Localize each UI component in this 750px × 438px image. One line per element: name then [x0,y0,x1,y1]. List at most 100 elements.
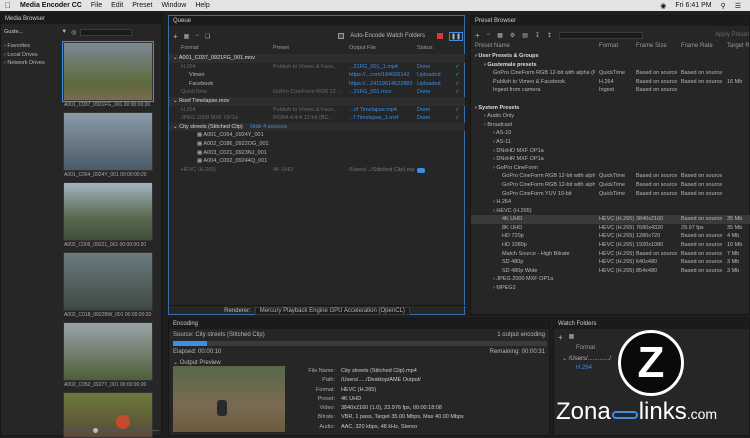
preset-row[interactable]: Match Source - High Bitrate HEVC (H.265) B… [471,250,750,259]
menu-window[interactable]: Window [161,2,186,9]
thumb-4[interactable]: A002_C018_0922BW_001 00:00:00:20 [63,252,153,318]
auto-encode-checkbox[interactable] [338,33,345,39]
tree-local-drives[interactable]: › Local Drives [4,51,60,60]
watch-folder-path[interactable]: ⌄ /Users/............./ [562,355,611,362]
queue-output-row[interactable]: HEVC (H.265) 4K UHD/Users/.../Stitched Cl… [169,166,465,175]
queue-output-row[interactable]: JPEG 2000 MXF OP1a RGBA 4:4:4 12-bit (BC.… [169,114,465,123]
preset-row[interactable]: › DNxHD MXF OP1a [471,147,750,156]
thumb-3[interactable]: A002_C009_09221_001 00:00:00:20 [63,182,153,248]
queue-output-row[interactable]: Facebook https://...24119614622883 Uploade… [169,80,465,89]
duplicate-icon[interactable]: ❏ [205,33,210,40]
source-item[interactable]: ▦ A001_C064_0924Y_001 [169,131,465,140]
encoding-info-row: Video: 3840x2160 (1.0), 23.976 fps, 00:00… [319,405,442,412]
preset-row[interactable]: Publish to Vimeo & Facebook H.264 Based on… [471,78,750,87]
watch-format[interactable]: H.264 [576,365,592,371]
preset-row[interactable]: › AS-10 [471,129,750,138]
zoom-slider[interactable] [63,428,159,434]
menu-edit[interactable]: Edit [111,2,123,9]
preset-row[interactable]: › JPEG 2000 MXF OP1a [471,275,750,284]
preset-row[interactable]: HD 720p HEVC (H.265) 1280x720 Based on sour… [471,232,750,241]
folder-icon[interactable]: ▤ [522,32,528,39]
queue-output-row[interactable]: H.264 Publish to Vimeo & Face... ...21FG_0… [169,63,465,72]
tree-network-drives[interactable]: › Network Drives [4,59,60,68]
source-item[interactable]: ▦ A004_C002_09244Q_001 [169,157,465,166]
thumb-5[interactable]: A002_C052_0927T_001 00:00:00:20 [63,322,153,388]
preset-row[interactable]: › DNxHR MXF OP1a [471,155,750,164]
apply-preset-button[interactable]: Apply Preset [715,32,749,38]
renderer-select[interactable]: Mercury Playback Engine GPU Acceleration… [254,306,410,315]
preset-row[interactable]: › User Presets & Groups [471,52,750,61]
preset-row[interactable]: Ingest from camera Ingest Based on source [471,86,750,95]
preview-frame [173,366,285,432]
watch-add-icon[interactable]: ▦ [569,333,575,342]
menu-bar:  Media Encoder CC File Edit Preset Wind… [0,0,750,11]
queue-item[interactable]: ⌄ City streets (Stitched Clip) Hide 4 so… [169,122,465,132]
new-preset-icon[interactable]: + [475,31,480,40]
source-item[interactable]: ▦ A003_C021_0923NJ_001 [169,149,465,158]
queue-item[interactable]: ⌄ Roof Timelapse.mov [169,96,465,106]
location-dropdown[interactable]: Guste... [4,29,23,35]
queue-output-row[interactable]: Vimeo https://...com/184066142 Uploaded ✓ [169,71,465,80]
renderer-label: Renderer: [224,307,251,314]
preset-row[interactable]: GoPro CineForm RGB 12-bit with alpha Quic… [471,181,750,190]
preset-row[interactable] [471,95,750,104]
encoding-indicator [417,167,425,173]
watermark-logo-circle: Z [618,330,684,396]
source-item[interactable]: ▦ A002_C086_0922OG_001 [169,140,465,149]
menu-help[interactable]: Help [195,2,209,9]
add-output-icon[interactable]: ▦ [184,33,190,40]
preset-row[interactable]: GoPro CineForm YUV 10-bit QuickTime Based … [471,190,750,199]
menu-file[interactable]: File [91,2,102,9]
pause-button[interactable]: ❚❚ [449,31,463,41]
clock[interactable]: Fri 6:41 PM [675,2,711,9]
output-preview-toggle[interactable]: ⌄ Output Preview [173,359,221,366]
export-icon[interactable]: ↥ [547,32,552,39]
view-icon[interactable]: ◎ [71,29,76,36]
preset-search[interactable] [558,31,643,39]
preset-row[interactable]: › HEVC (H.265) [471,207,750,216]
remove-icon[interactable]: − [195,33,199,39]
preset-row[interactable]: › MPEG2 [471,284,750,293]
stop-button[interactable] [437,33,443,39]
search-field[interactable] [80,28,133,36]
add-source-icon[interactable]: + [173,32,178,41]
queue-title: Queue [169,16,464,26]
preset-row[interactable]: SD 480p HEVC (H.265) 640x480 Based on sourc… [471,258,750,267]
preset-row[interactable]: › Gustemale presets [471,61,750,70]
preset-row[interactable]: › AS-11 [471,138,750,147]
search-icon[interactable]: ⚲ [721,2,726,10]
wifi-icon[interactable]: ◉ [660,2,666,10]
preset-row[interactable]: 4K UHD HEVC (H.265) 3840x2160 Based on sour… [471,215,750,224]
check-icon: ✓ [455,115,460,122]
list-icon[interactable]: ☰ [735,2,741,10]
settings-icon[interactable]: ⚙ [510,32,515,39]
remove-preset-icon[interactable]: − [487,32,491,38]
group-icon[interactable]: ▦ [497,32,503,39]
add-folder-icon[interactable]: + [558,333,563,342]
thumb-1[interactable]: A001_C037_0921FG_001 00:00:00:20 [62,41,154,108]
preset-row[interactable]: › H.264 [471,198,750,207]
queue-output-row[interactable]: H.264 Publish to Vimeo & Face... ...of Tim… [169,106,465,115]
thumb-2[interactable]: A001_C064_0924Y_001 00:00:00:20 [63,112,153,178]
hide-sources-link[interactable]: Hide 4 sources [250,124,287,130]
apple-icon[interactable]:  [5,1,11,10]
app-menu[interactable]: Media Encoder CC [20,2,82,9]
preset-row[interactable]: HD 1080p HEVC (H.265) 1920x1080 Based on so… [471,241,750,250]
preset-row[interactable]: GoPro CineForm RGB 12-bit with alpha (Ma… [471,69,750,78]
preset-row[interactable]: 8K UHD HEVC (H.265) 7680x4320 29.97 fps 35 M… [471,224,750,233]
preset-row[interactable]: GoPro CineForm RGB 12-bit with alpha Quic… [471,172,750,181]
preset-row[interactable]: SD 480p Wide HEVC (H.265) 854x480 Based on … [471,267,750,276]
import-icon[interactable]: ↧ [535,32,540,39]
menu-preset[interactable]: Preset [132,2,152,9]
preset-row[interactable]: › GoPro CineForm [471,164,750,173]
queue-item[interactable]: ⌄ A001_C037_0921FG_001.mov [169,54,465,63]
check-icon: ✓ [455,89,460,96]
preset-row[interactable]: › System Presets [471,104,750,113]
watch-folders-title: Watch Folders [554,319,749,329]
encoding-info-row: Preset: 4K UHD [317,395,362,402]
filter-icon[interactable]: ▼ [61,29,67,35]
preset-row[interactable]: › Audio Only [471,112,750,121]
queue-output-row[interactable]: QuickTime GoPro CineForm RGB 12 ... ...21F… [169,88,465,97]
preset-row[interactable]: › Broadcast [471,121,750,130]
tree-favorites[interactable]: › Favorites [4,42,60,51]
